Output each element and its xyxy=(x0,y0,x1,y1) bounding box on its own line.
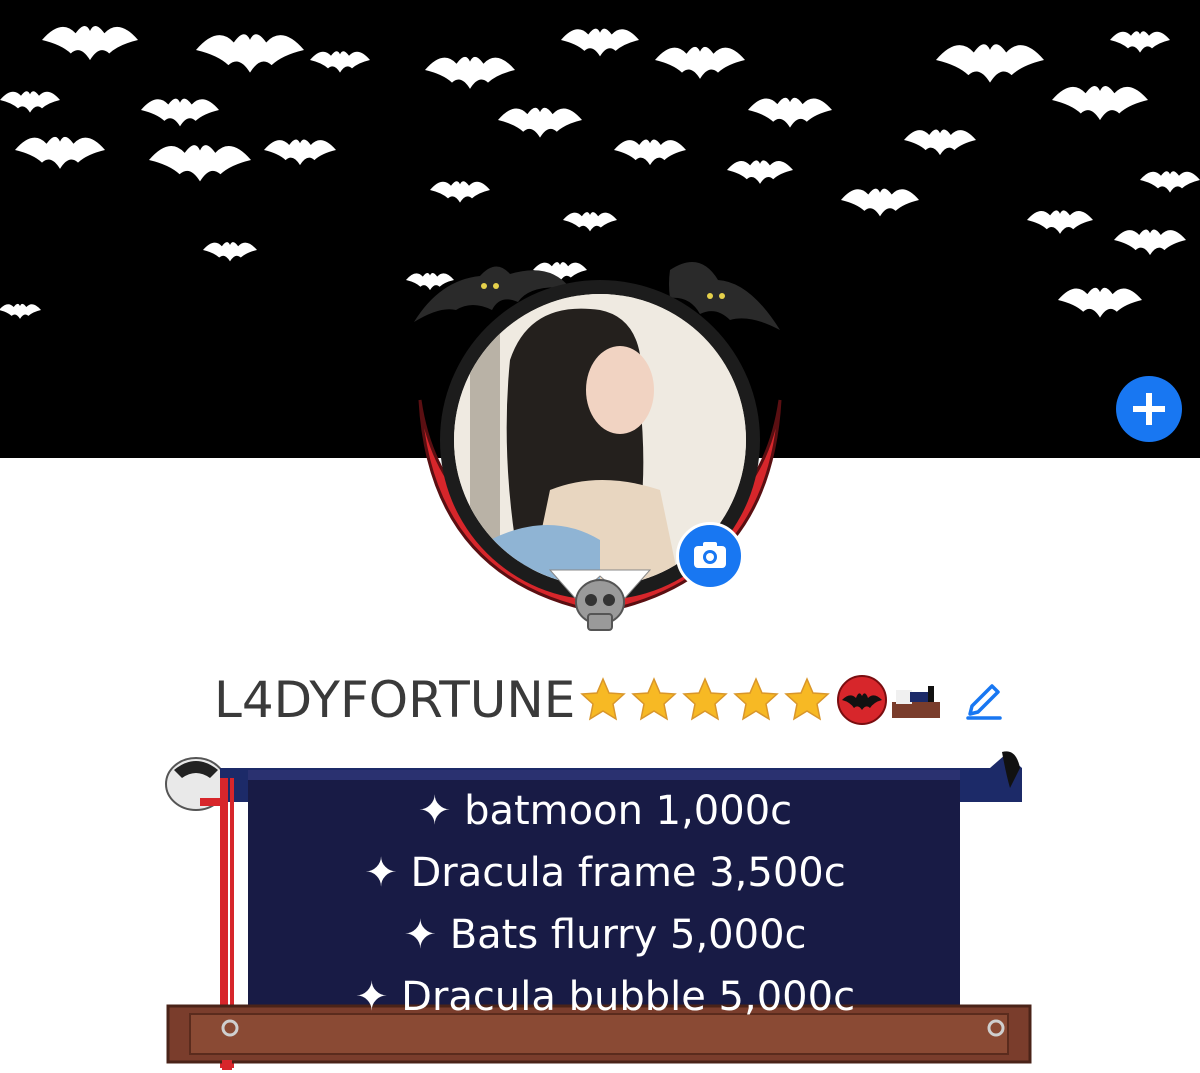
star-rating xyxy=(579,676,834,724)
bat-icon xyxy=(1052,85,1148,121)
dracula-bubble-banner: ✦ batmoon 1,000c ✦ Dracula frame 3,500c ✦ … xyxy=(160,748,1040,1073)
batmoon-badge-icon xyxy=(837,675,888,725)
skull-icon xyxy=(575,579,625,631)
star-icon xyxy=(733,677,780,721)
bat-icon xyxy=(264,139,336,166)
bat-icon xyxy=(498,107,582,138)
star-icon xyxy=(631,677,678,721)
bat-icon xyxy=(196,34,304,73)
bat-icon xyxy=(727,160,793,184)
bat-icon xyxy=(141,98,219,127)
edit-name-button[interactable] xyxy=(960,676,1008,724)
bat-icon xyxy=(563,212,617,232)
banner-line: ✦ Bats flurry 5,000c xyxy=(403,912,807,958)
bat-icon xyxy=(614,139,686,166)
bat-icon xyxy=(42,25,138,61)
bat-icon xyxy=(1140,171,1200,193)
banner-line: ✦ Dracula bubble 5,000c xyxy=(354,974,856,1020)
camera-icon xyxy=(694,542,726,568)
coffin-badge-icon xyxy=(892,686,941,718)
bat-icon xyxy=(0,303,41,319)
bat-icon xyxy=(430,181,490,203)
banner-line: ✦ Dracula frame 3,500c xyxy=(364,850,846,896)
bat-icon xyxy=(203,242,257,262)
bat-icon xyxy=(561,28,639,57)
bat-icon xyxy=(748,97,832,128)
username: L4DYFORTUNE xyxy=(214,671,576,729)
bat-icon xyxy=(841,188,919,217)
bat-icon xyxy=(904,129,976,156)
bat-icon xyxy=(425,56,515,89)
profile-picture[interactable] xyxy=(400,240,800,640)
bat-icon xyxy=(1027,210,1093,234)
bat-icon xyxy=(0,91,60,113)
bat-icon xyxy=(1114,229,1186,256)
banner-line: ✦ batmoon 1,000c xyxy=(417,788,793,834)
bat-icon xyxy=(655,46,745,79)
pencil-icon xyxy=(966,684,1003,720)
bat-icon xyxy=(149,145,251,182)
add-cover-button[interactable] xyxy=(1116,376,1182,442)
bat-icon xyxy=(15,136,105,169)
bat-icon xyxy=(936,44,1044,83)
banner-price-list: ✦ batmoon 1,000c ✦ Dracula frame 3,500c ✦ … xyxy=(250,780,960,1028)
profile-name-row: L4DYFORTUNE xyxy=(214,668,1008,732)
bat-icon xyxy=(1058,287,1142,318)
star-icon xyxy=(682,677,729,721)
bat-icon xyxy=(310,51,370,73)
bat-icon xyxy=(1110,31,1170,53)
change-photo-button[interactable] xyxy=(676,522,744,590)
star-icon xyxy=(580,677,627,721)
plus-icon xyxy=(1133,393,1165,425)
star-icon xyxy=(784,677,831,721)
